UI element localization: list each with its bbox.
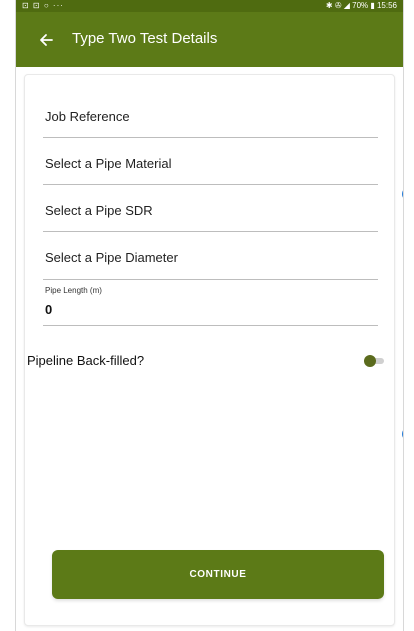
job-reference-field[interactable]: Job Reference <box>43 87 378 138</box>
toggle-thumb <box>364 355 376 367</box>
continue-button[interactable]: CONTINUE <box>52 550 384 599</box>
pipeline-backfilled-row: Pipeline Back-filled? <box>27 353 394 371</box>
page-title: Type Two Test Details <box>72 30 218 47</box>
back-arrow-icon[interactable] <box>36 30 56 50</box>
status-bar-left-icons: ⊡ ⊡ ○ ··· <box>22 1 64 10</box>
pipe-material-label: Select a Pipe Material <box>45 156 172 171</box>
job-reference-label: Job Reference <box>45 109 130 124</box>
pipe-sdr-label: Select a Pipe SDR <box>45 203 153 218</box>
status-bar: ⊡ ⊡ ○ ··· ✱ ✇ ◢ 70% ▮ 15:56 <box>16 0 403 12</box>
pipeline-backfilled-toggle[interactable] <box>364 355 386 367</box>
pipe-diameter-label: Select a Pipe Diameter <box>45 250 178 265</box>
phone-screen: ⊡ ⊡ ○ ··· ✱ ✇ ◢ 70% ▮ 15:56 Type Two Tes… <box>15 0 404 631</box>
pipe-diameter-select[interactable]: Select a Pipe Diameter <box>43 232 378 280</box>
pipe-material-select[interactable]: Select a Pipe Material <box>43 138 378 185</box>
pipe-length-input[interactable]: Pipe Length (m) 0 <box>43 286 378 326</box>
pipe-length-label: Pipe Length (m) <box>45 286 102 295</box>
form-card: Job Reference i Select a Pipe Material S… <box>24 74 403 626</box>
app-bar: Type Two Test Details <box>16 12 403 67</box>
job-reference-info-icon[interactable]: i <box>402 187 403 201</box>
pipe-sdr-select[interactable]: Select a Pipe SDR <box>43 185 378 232</box>
pipeline-backfilled-info-icon[interactable]: i <box>402 427 403 441</box>
status-bar-right-info: ✱ ✇ ◢ 70% ▮ 15:56 <box>325 1 397 10</box>
pipe-length-value[interactable]: 0 <box>45 302 52 318</box>
pipeline-backfilled-label: Pipeline Back-filled? <box>27 353 145 368</box>
